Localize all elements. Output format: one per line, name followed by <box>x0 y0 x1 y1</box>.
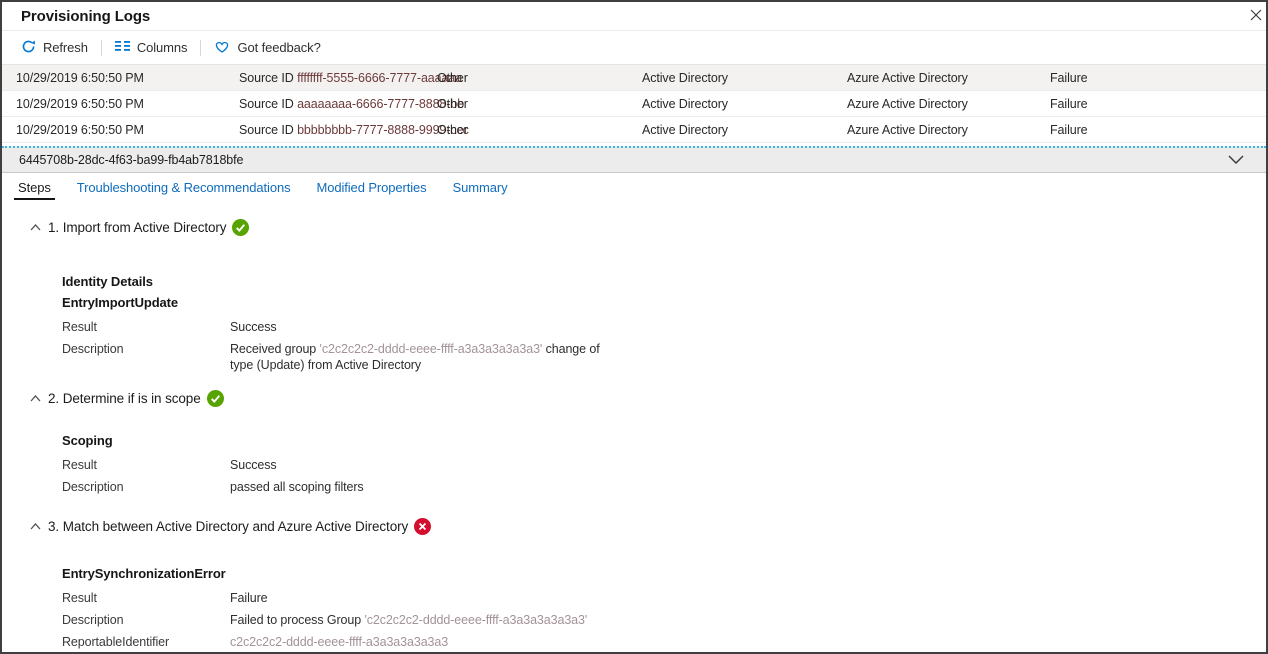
step-details: Identity Details EntryImportUpdate Resul… <box>62 274 1266 373</box>
cell-timestamp: 10/29/2019 6:50:50 PM <box>16 123 144 137</box>
table-row[interactable]: 10/29/2019 6:50:50 PM Source ID aaaaaaaa… <box>2 91 1266 117</box>
cell-status: Failure <box>1050 71 1088 85</box>
tab-summary[interactable]: Summary <box>451 173 510 202</box>
cell-identity: Source ID ffffffff-5555-6666-7777-aaaaaa <box>239 71 462 85</box>
step-header: 1. Import from Active Directory <box>2 216 1266 238</box>
cell-type: Other <box>437 71 468 85</box>
chevron-up-icon[interactable] <box>30 523 41 530</box>
refresh-icon <box>21 39 36 57</box>
tab-steps[interactable]: Steps <box>16 173 53 202</box>
entity-id: c2c2c2c2-dddd-eeee-ffff-a3a3a3a3a3a3 <box>230 635 448 649</box>
heart-icon <box>214 39 230 57</box>
command-bar: Refresh Columns Got feedback? <box>2 31 1266 64</box>
provisioning-log-table: 10/29/2019 6:50:50 PM Source ID ffffffff… <box>2 64 1266 143</box>
entity-id: 'c2c2c2c2-dddd-eeee-ffff-a3a3a3a3a3a3' <box>364 613 587 627</box>
columns-icon <box>115 40 130 55</box>
section-heading: EntryImportUpdate <box>62 295 1266 310</box>
step-1: 1. Import from Active Directory Identity… <box>2 216 1266 373</box>
cell-source-system: Active Directory <box>642 71 728 85</box>
title-bar: Provisioning Logs <box>2 2 1266 31</box>
page-title: Provisioning Logs <box>21 8 150 25</box>
columns-label: Columns <box>137 40 188 55</box>
cell-target-system: Azure Active Directory <box>847 97 968 111</box>
cell-type: Other <box>437 97 468 111</box>
cell-target-system: Azure Active Directory <box>847 123 968 137</box>
cell-timestamp: 10/29/2019 6:50:50 PM <box>16 97 144 111</box>
detail-tabs: Steps Troubleshooting & Recommendations … <box>2 173 1266 202</box>
steps-panel: 1. Import from Active Directory Identity… <box>2 202 1266 650</box>
tab-modified-properties[interactable]: Modified Properties <box>314 173 428 202</box>
section-heading: Identity Details <box>62 274 1266 289</box>
cell-source-system: Active Directory <box>642 123 728 137</box>
step-2: 2. Determine if is in scope Scoping Resu… <box>2 387 1266 495</box>
cell-identity: Source ID bbbbbbbb-7777-8888-9999-ccc <box>239 123 469 137</box>
step-title: 2. Determine if is in scope <box>48 391 201 406</box>
refresh-button[interactable]: Refresh <box>21 39 88 57</box>
columns-button[interactable]: Columns <box>115 40 188 55</box>
step-title: 3. Match between Active Directory and Az… <box>48 519 408 534</box>
detail-row: Result Success <box>62 457 1266 473</box>
cell-type: Other <box>437 123 468 137</box>
toolbar-divider <box>101 40 102 56</box>
cell-status: Failure <box>1050 123 1088 137</box>
tab-troubleshooting[interactable]: Troubleshooting & Recommendations <box>75 173 293 202</box>
detail-row: Description Failed to process Group 'c2c… <box>62 612 1266 628</box>
step-title: 1. Import from Active Directory <box>48 220 226 235</box>
feedback-button[interactable]: Got feedback? <box>214 39 320 57</box>
close-icon[interactable] <box>1249 8 1263 22</box>
cell-source-system: Active Directory <box>642 97 728 111</box>
refresh-label: Refresh <box>43 40 88 55</box>
step-3: 3. Match between Active Directory and Az… <box>2 515 1266 650</box>
detail-row: Result Success <box>62 319 1266 335</box>
cell-timestamp: 10/29/2019 6:50:50 PM <box>16 71 144 85</box>
detail-row: Result Failure <box>62 590 1266 606</box>
toolbar-divider <box>200 40 201 56</box>
detail-row: Description passed all scoping filters <box>62 479 1266 495</box>
success-icon <box>207 390 224 407</box>
table-row[interactable]: 10/29/2019 6:50:50 PM Source ID ffffffff… <box>2 65 1266 91</box>
chevron-up-icon[interactable] <box>30 395 41 402</box>
detail-row: ReportableIdentifier c2c2c2c2-dddd-eeee-… <box>62 634 1266 650</box>
chevron-down-icon[interactable] <box>1228 153 1244 167</box>
cell-status: Failure <box>1050 97 1088 111</box>
provisioning-logs-panel: Provisioning Logs Refresh Columns Got fe… <box>0 0 1268 654</box>
table-row[interactable]: 10/29/2019 6:50:50 PM Source ID bbbbbbbb… <box>2 117 1266 143</box>
chevron-up-icon[interactable] <box>30 224 41 231</box>
entity-id: 'c2c2c2c2-dddd-eeee-ffff-a3a3a3a3a3a3' <box>320 342 543 356</box>
step-header: 3. Match between Active Directory and Az… <box>2 515 1266 537</box>
feedback-label: Got feedback? <box>237 40 320 55</box>
step-header: 2. Determine if is in scope <box>2 387 1266 409</box>
section-heading: EntrySynchronizationError <box>62 566 1266 581</box>
success-icon <box>232 219 249 236</box>
record-id: 6445708b-28dc-4f63-ba99-fb4ab7818bfe <box>19 153 243 167</box>
error-icon <box>414 518 431 535</box>
step-details: Scoping Result Success Description passe… <box>62 433 1266 495</box>
record-expander-header[interactable]: 6445708b-28dc-4f63-ba99-fb4ab7818bfe <box>2 146 1266 173</box>
section-heading: Scoping <box>62 433 1266 448</box>
cell-identity: Source ID aaaaaaaa-6666-7777-8888-bb <box>239 97 464 111</box>
detail-row: Description Received group 'c2c2c2c2-ddd… <box>62 341 1266 373</box>
step-details: EntrySynchronizationError Result Failure… <box>62 566 1266 650</box>
cell-target-system: Azure Active Directory <box>847 71 968 85</box>
